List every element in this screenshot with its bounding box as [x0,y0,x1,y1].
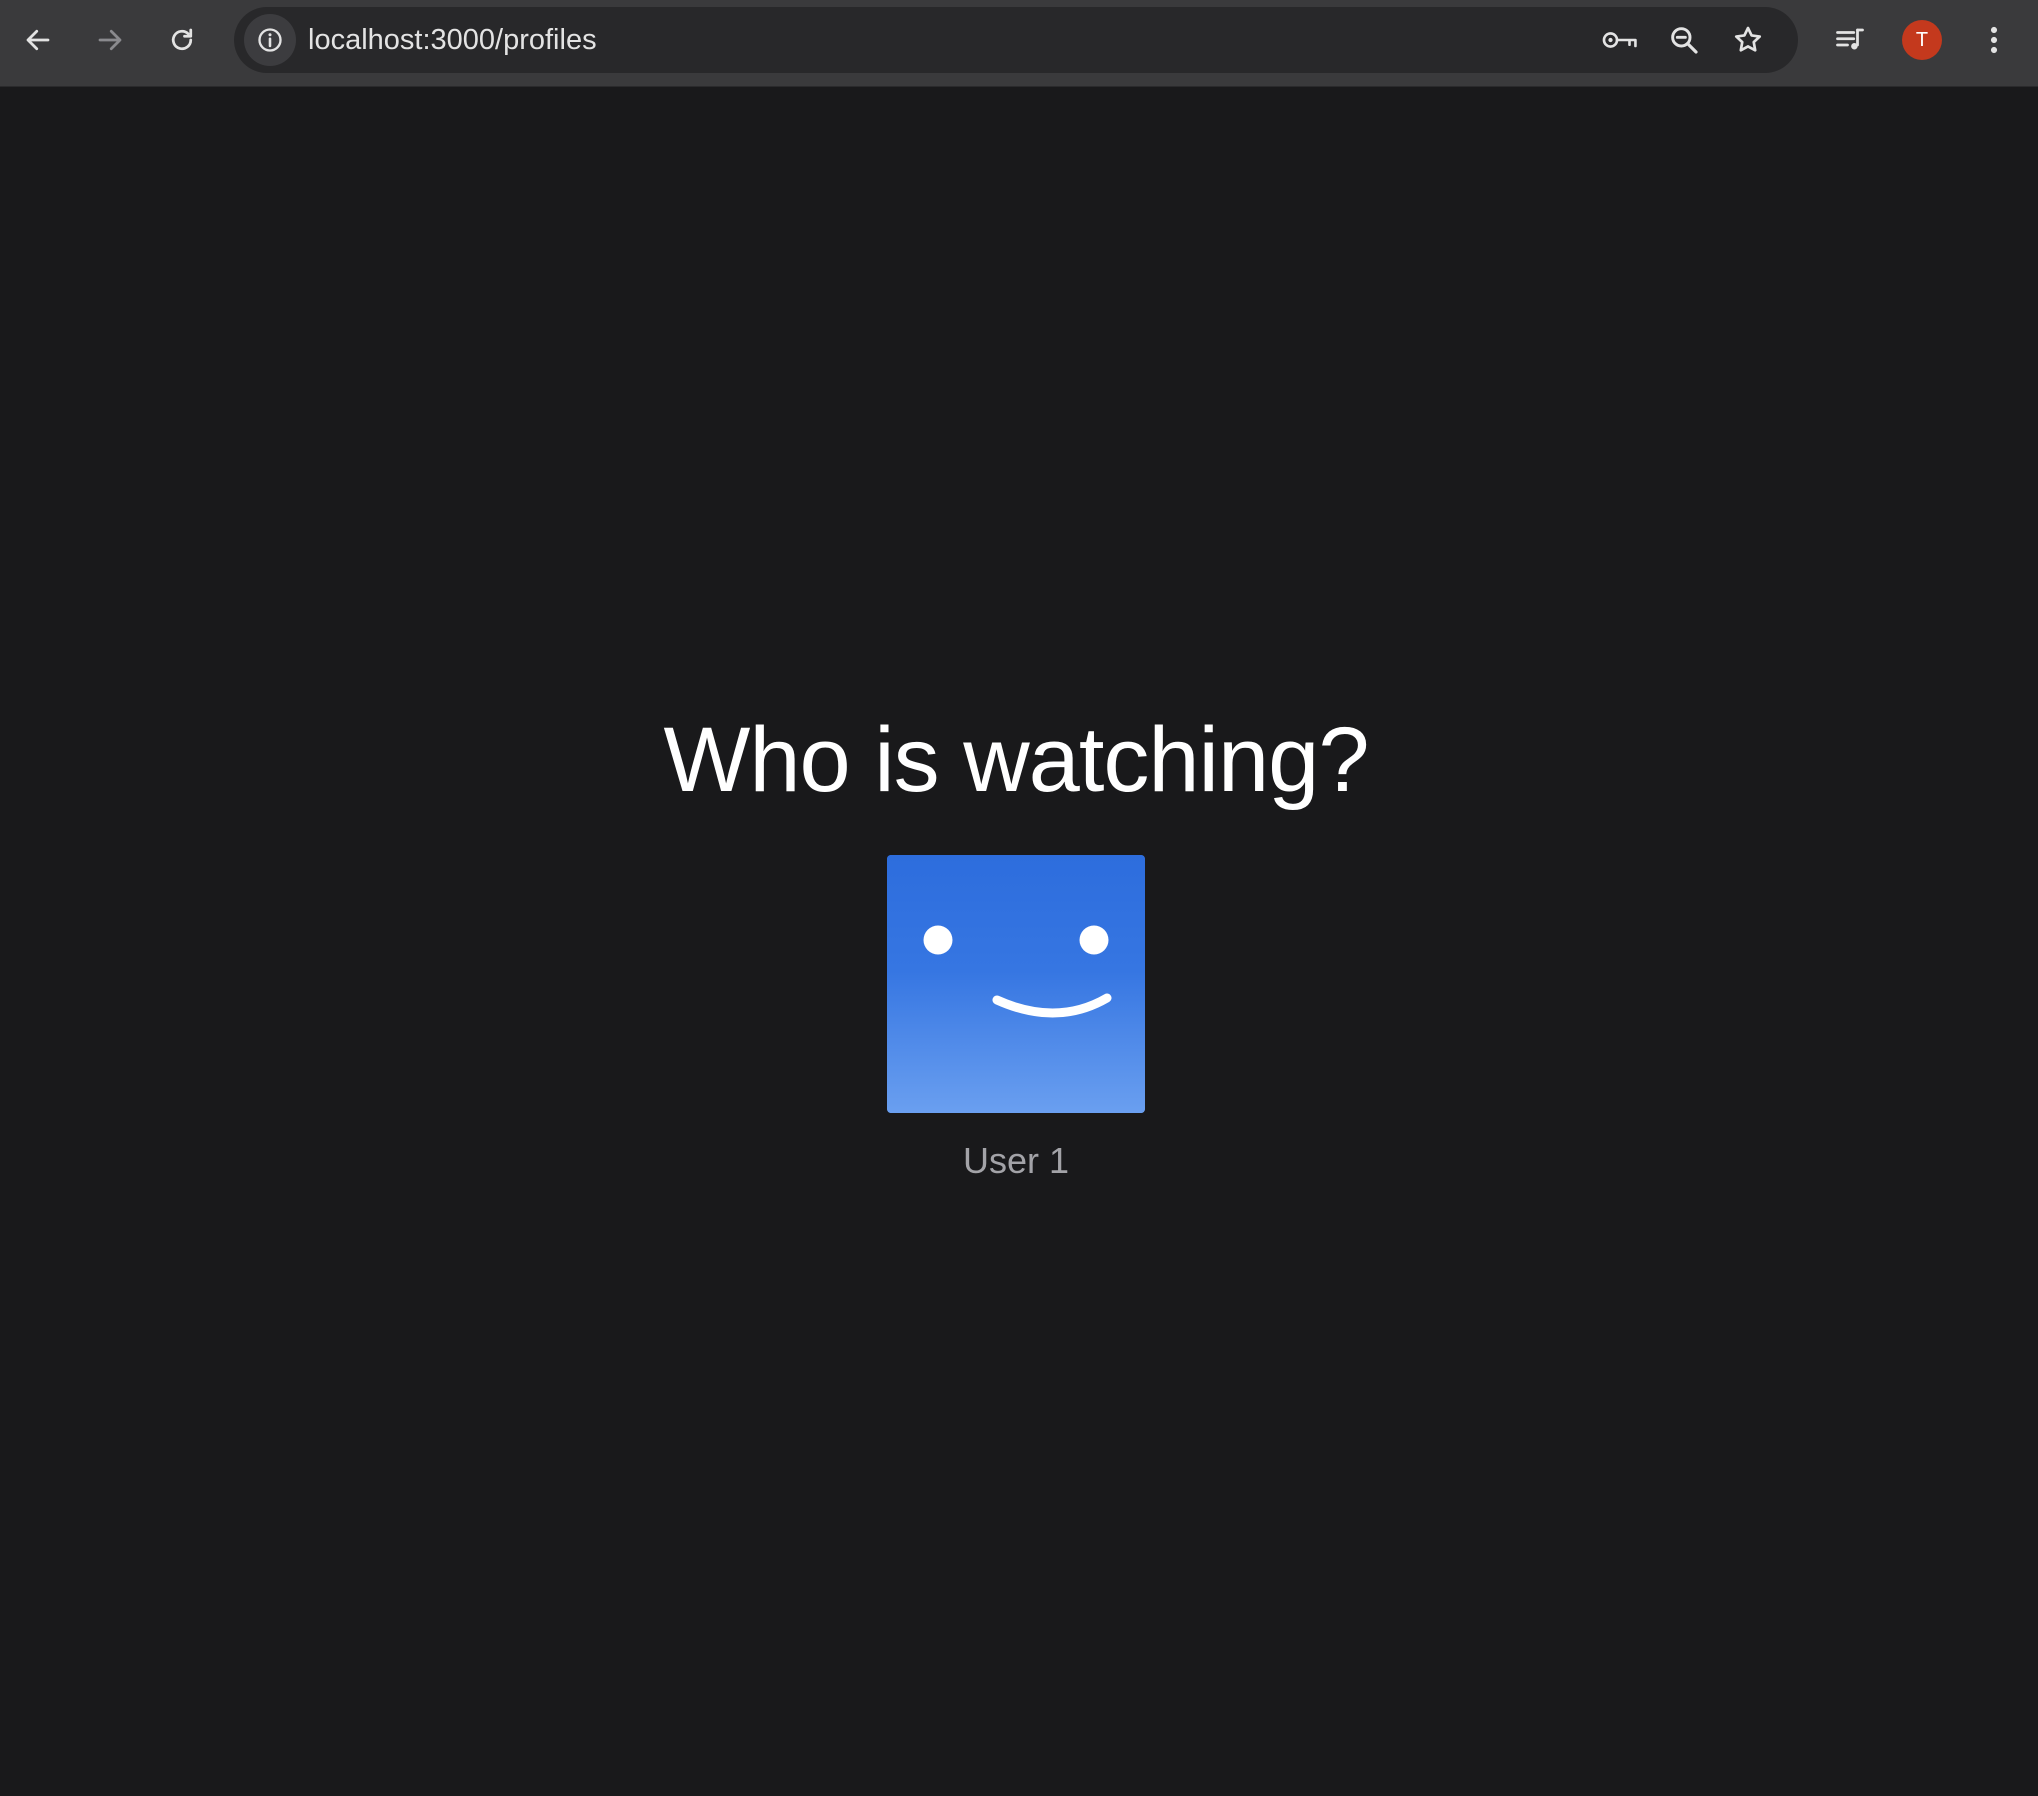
site-info-button[interactable] [244,14,296,66]
address-bar[interactable]: localhost:3000/profiles [234,7,1798,73]
bookmark-button[interactable] [1722,14,1774,66]
account-avatar: T [1902,20,1942,60]
zoom-button[interactable] [1658,14,1710,66]
passwords-button[interactable] [1594,14,1646,66]
star-icon [1734,26,1762,52]
profile-name[interactable]: User 1 [887,1139,1145,1183]
media-queue-icon [1836,28,1864,50]
zoom-out-icon [1671,27,1698,54]
page-content: Who is watching? User 1 [0,88,2038,1796]
arrow-right-icon [98,29,122,51]
profile-button[interactable]: T [1896,14,1948,66]
browser-menu-button[interactable] [1968,14,2020,66]
arrow-left-icon [26,29,50,51]
kebab-menu-icon [1990,26,1998,54]
browser-toolbar: localhost:3000/profiles T [0,0,2038,87]
forward-button[interactable] [84,14,136,66]
back-button[interactable] [12,14,64,66]
profile-card[interactable]: User 1 [887,855,1145,1183]
media-controls-button[interactable] [1824,14,1876,66]
reload-icon [171,28,193,51]
smiley-face-icon[interactable] [887,855,1145,1113]
reload-button[interactable] [156,14,208,66]
info-icon [258,28,282,52]
key-icon [1602,32,1637,48]
page-title: Who is watching? [663,709,1370,811]
url-text[interactable]: localhost:3000/profiles [308,7,597,73]
